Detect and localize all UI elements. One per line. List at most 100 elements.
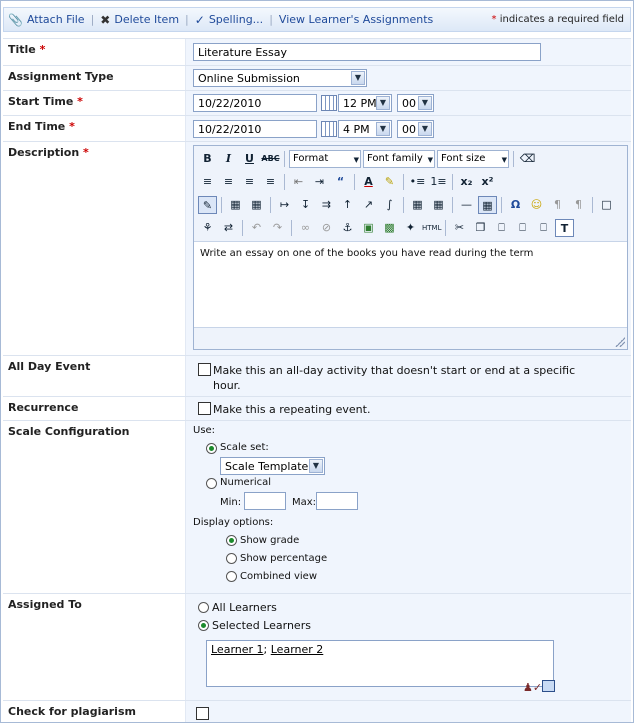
end-hour-select[interactable]: 4 PM ▼ [338,120,392,138]
replace-icon[interactable]: ⇄ [219,219,238,237]
align-center-icon[interactable]: ≡ [219,173,238,191]
delete-row-icon[interactable]: ⇉ [317,196,336,214]
plagiarism-checkbox[interactable] [196,707,209,720]
insert-row-icon[interactable]: ↦ [275,196,294,214]
show-grade-radio[interactable] [226,535,237,546]
font-family-dropdown[interactable]: Font family ▼ [363,150,435,168]
indent-icon[interactable]: ⇥ [310,173,329,191]
edit-html-icon[interactable]: ✎ [198,196,217,214]
paste-icon[interactable]: ⎕ [492,219,511,237]
calendar-icon[interactable] [321,95,337,111]
find-icon[interactable]: ⚘ [198,219,217,237]
bullet-list-icon[interactable]: •≡ [408,173,427,191]
cell-props-icon[interactable]: ▦ [478,196,497,214]
learner-1-entry[interactable]: Learner 1 [211,643,264,656]
toolbar-separator: | [185,13,189,26]
recurrence-checkbox[interactable] [198,402,211,415]
learner-2-entry[interactable]: Learner 2 [271,643,324,656]
delete-item-button[interactable]: ✖ Delete Item [96,13,183,27]
resize-grip-icon[interactable] [615,337,625,347]
emoticon-icon[interactable]: ☺ [527,196,546,214]
cut-icon[interactable]: ✂ [450,219,469,237]
clear-format-icon[interactable]: ⌫ [518,150,537,168]
selected-learners-radio[interactable] [198,620,209,631]
description-text-area[interactable]: Write an essay on one of the books you h… [194,242,627,328]
scale-template-select[interactable]: Scale Template ▼ [220,457,325,475]
row-start-time: Start Time * 10/22/2010 12 PM ▼ 00 ▼ [3,90,631,115]
start-hour-select[interactable]: 12 PM ▼ [338,94,392,112]
undo-icon[interactable]: ↶ [247,219,266,237]
title-input[interactable]: Literature Essay [193,43,541,61]
bold-button[interactable]: B [198,150,217,168]
strikethrough-button[interactable]: ABC [261,150,280,168]
numbered-list-icon[interactable]: 1≡ [429,173,448,191]
template-icon[interactable]: T [555,219,574,237]
table-insert-icon[interactable]: ▦ [226,196,245,214]
format-dropdown[interactable]: Format ▼ [289,150,361,168]
insert-col-icon[interactable]: ↑ [338,196,357,214]
rtl-icon[interactable]: ¶ [569,196,588,214]
highlight-color-icon[interactable]: ✎ [380,173,399,191]
people-picker-input[interactable]: Learner 1; Learner 2 [206,640,554,687]
html-source-icon[interactable]: HTML [422,219,441,237]
delete-col-icon[interactable]: ∫ [380,196,399,214]
insert-row-below-icon[interactable]: ↧ [296,196,315,214]
chevron-down-icon: ▼ [418,96,432,110]
end-date-input[interactable]: 10/22/2010 [193,120,317,138]
chevron-down-icon: ▼ [418,122,432,136]
assignment-type-select[interactable]: Online Submission ▼ [193,69,367,87]
paste-text-icon[interactable]: ⎕ [513,219,532,237]
end-minute-select[interactable]: 00 ▼ [397,120,434,138]
check-names-icon[interactable]: ♟✓ [523,681,542,694]
combined-view-radio[interactable] [226,571,237,582]
copy-icon[interactable]: ❐ [471,219,490,237]
outdent-icon[interactable]: ⇤ [289,173,308,191]
blockquote-icon[interactable]: “ [331,173,350,191]
chevron-down-icon: ▼ [353,156,359,164]
text-color-icon[interactable]: A [359,173,378,191]
underline-button[interactable]: U [240,150,259,168]
address-book-icon[interactable] [542,680,555,692]
attach-file-button[interactable]: 📎 Attach File [4,13,89,27]
row-all-day: All Day Event Make this an all-day activ… [3,355,631,396]
ltr-icon[interactable]: ¶ [548,196,567,214]
merge-cells-icon[interactable]: ▦ [408,196,427,214]
scale-set-radio[interactable] [206,443,217,454]
special-char-icon[interactable]: Ω [506,196,525,214]
superscript-icon[interactable]: x² [478,173,497,191]
media-icon[interactable]: ▩ [380,219,399,237]
align-right-icon[interactable]: ≡ [240,173,259,191]
align-justify-icon[interactable]: ≡ [261,173,280,191]
start-date-input[interactable]: 10/22/2010 [193,94,317,112]
max-input[interactable] [316,492,358,510]
fullscreen-icon[interactable]: □ [597,196,616,214]
view-assignments-link[interactable]: View Learner's Assignments [275,13,437,26]
unlink-icon[interactable]: ⊘ [317,219,336,237]
image-icon[interactable]: ▣ [359,219,378,237]
table-props-icon[interactable]: ▦ [247,196,266,214]
assignment-type-label: Assignment Type [8,70,114,83]
all-learners-radio[interactable] [198,602,209,613]
start-minute-select[interactable]: 00 ▼ [397,94,434,112]
split-cells-icon[interactable]: ▦ [429,196,448,214]
paste-word-icon[interactable]: ⎕ [534,219,553,237]
subscript-icon[interactable]: x₂ [457,173,476,191]
show-percentage-radio[interactable] [226,553,237,564]
insert-col-right-icon[interactable]: ↗ [359,196,378,214]
numerical-radio[interactable] [206,478,217,489]
calendar-icon[interactable] [321,121,337,137]
link-icon[interactable]: ∞ [296,219,315,237]
recurrence-text: Make this a repeating event. [213,403,371,416]
all-learners-label: All Learners [212,601,277,614]
redo-icon[interactable]: ↷ [268,219,287,237]
font-size-dropdown[interactable]: Font size ▼ [437,150,509,168]
anchor-icon[interactable]: ⚓ [338,219,357,237]
all-day-checkbox[interactable] [198,363,211,376]
align-left-icon[interactable]: ≡ [198,173,217,191]
horizontal-rule-icon[interactable]: — [457,196,476,214]
cleanup-icon[interactable]: ✦ [401,219,420,237]
spelling-label: Spelling... [208,13,264,26]
min-input[interactable] [244,492,286,510]
italic-button[interactable]: I [219,150,238,168]
spelling-button[interactable]: ✓ Spelling... [191,13,267,27]
